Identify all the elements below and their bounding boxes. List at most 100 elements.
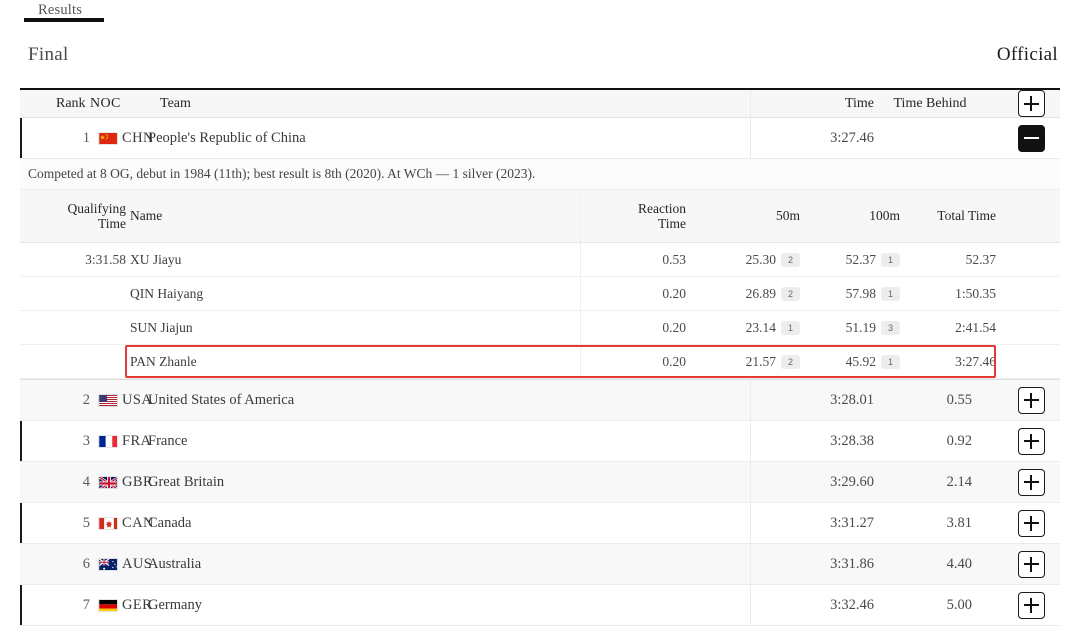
expand-row-button[interactable] bbox=[1017, 591, 1045, 619]
athlete-qualifying-time bbox=[50, 345, 126, 378]
row-team: Great Britain bbox=[148, 473, 225, 490]
athlete-split-100m: 52.37 1 bbox=[810, 243, 900, 276]
plus-icon bbox=[1023, 556, 1039, 572]
ca-flag-icon bbox=[98, 503, 120, 543]
minus-icon bbox=[1023, 131, 1039, 146]
section-header: Final Official bbox=[0, 44, 1080, 84]
row-rank: 1 bbox=[82, 129, 90, 146]
detail-column-header-50m: 50m bbox=[775, 208, 800, 223]
athlete-split-100m: 57.98 1 bbox=[810, 277, 900, 310]
cn-flag-icon bbox=[98, 118, 120, 158]
row-action-cell bbox=[1008, 503, 1054, 543]
row-time-behind: 0.55 bbox=[946, 391, 972, 408]
plus-icon bbox=[1023, 597, 1039, 613]
athlete-reaction-time: 0.20 bbox=[662, 319, 686, 335]
athlete-row[interactable]: QIN Haiyang 0.20 26.89 2 57.98 1 1:50.35 bbox=[20, 277, 1060, 311]
expand-row-button[interactable] bbox=[1017, 550, 1045, 578]
row-time-behind: 0.92 bbox=[946, 432, 972, 449]
plus-icon bbox=[1023, 433, 1039, 449]
athlete-name: XU Jiayu bbox=[130, 251, 182, 267]
athlete-row[interactable]: PAN Zhanle 0.20 21.57 2 45.92 1 3:27.46 bbox=[20, 345, 1060, 379]
column-header-time-behind: Time Behind bbox=[893, 95, 967, 111]
detail-column-divider bbox=[580, 345, 581, 378]
row-team: Germany bbox=[148, 596, 202, 613]
table-row[interactable]: 1 CHN People's Republic of China 3:27.46 bbox=[20, 118, 1060, 159]
athlete-reaction-time: 0.53 bbox=[662, 251, 686, 267]
split-50m-rank-badge: 2 bbox=[781, 286, 800, 301]
athlete-split-100m: 45.92 1 bbox=[810, 345, 900, 378]
detail-column-divider bbox=[580, 243, 581, 276]
table-row[interactable]: 7 GER Germany 3:32.46 5.00 bbox=[20, 585, 1060, 626]
athlete-total-time: 2:41.54 bbox=[955, 319, 996, 335]
row-time: 3:28.01 bbox=[830, 391, 874, 408]
athlete-split-50m: 26.89 2 bbox=[710, 277, 800, 310]
expand-row-button[interactable] bbox=[1017, 509, 1045, 537]
athlete-split-100m: 51.19 3 bbox=[810, 311, 900, 344]
row-time: 3:28.38 bbox=[830, 432, 874, 449]
detail-column-header-name: Name bbox=[130, 208, 163, 223]
column-divider bbox=[750, 462, 751, 502]
athlete-qualifying-time bbox=[50, 277, 126, 310]
page-title: Final bbox=[28, 44, 69, 65]
row-team: United States of America bbox=[148, 391, 295, 408]
table-row[interactable]: 6 AUS Australia 3:31.86 4.40 bbox=[20, 544, 1060, 585]
expand-row-button[interactable] bbox=[1017, 386, 1045, 414]
split-50m-rank-badge: 1 bbox=[781, 320, 800, 335]
athlete-name: PAN Zhanle bbox=[130, 353, 197, 369]
athlete-row[interactable]: 3:31.58 XU Jiayu 0.53 25.30 2 52.37 1 52… bbox=[20, 243, 1060, 277]
column-header-team: Team bbox=[160, 95, 191, 111]
athlete-reaction-time: 0.20 bbox=[662, 285, 686, 301]
row-rank: 3 bbox=[82, 432, 90, 449]
table-row[interactable]: 2 USA United States of America 3:28.01 0… bbox=[20, 380, 1060, 421]
row-time: 3:27.46 bbox=[830, 129, 874, 146]
team-history-note: Competed at 8 OG, debut in 1984 (11th); … bbox=[20, 159, 1060, 190]
au-flag-icon bbox=[98, 544, 120, 584]
status-badge: Official bbox=[996, 44, 1058, 65]
row-time-behind bbox=[882, 118, 972, 158]
expand-row-button[interactable] bbox=[1017, 427, 1045, 455]
row-action-cell bbox=[1008, 585, 1054, 625]
row-rank: 6 bbox=[82, 555, 90, 572]
split-100m-rank-badge: 1 bbox=[881, 286, 900, 301]
athlete-split-50m: 21.57 2 bbox=[710, 345, 800, 378]
detail-column-divider bbox=[580, 277, 581, 310]
split-100m-rank-badge: 1 bbox=[881, 252, 900, 267]
athlete-name: QIN Haiyang bbox=[130, 285, 204, 301]
plus-icon bbox=[1023, 96, 1039, 111]
column-divider bbox=[750, 90, 751, 117]
row-time-behind: 4.40 bbox=[946, 555, 972, 572]
athlete-row[interactable]: SUN Jiajun 0.20 23.14 1 51.19 3 2:41.54 bbox=[20, 311, 1060, 345]
de-flag-icon bbox=[98, 585, 120, 625]
row-action-cell bbox=[1008, 380, 1054, 420]
row-team: People's Republic of China bbox=[148, 129, 306, 146]
column-divider bbox=[750, 421, 751, 461]
column-divider bbox=[750, 585, 751, 625]
row-action-cell bbox=[1008, 544, 1054, 584]
athlete-total-time: 52.37 bbox=[965, 251, 996, 267]
expand-all-button[interactable] bbox=[1017, 90, 1045, 117]
row-action-cell bbox=[1008, 462, 1054, 502]
column-divider bbox=[750, 503, 751, 543]
column-header-noc: NOC bbox=[90, 95, 121, 111]
plus-icon bbox=[1023, 515, 1039, 531]
collapse-row-button[interactable] bbox=[1017, 124, 1045, 152]
table-row[interactable]: 4 GBR Great Britain 3:29.60 2.14 bbox=[20, 462, 1060, 503]
table-header-row: Rank NOC Team Time Time Behind bbox=[20, 90, 1060, 118]
athlete-split-50m: 25.30 2 bbox=[710, 243, 800, 276]
table-row[interactable]: 5 CAN Canada 3:31.27 3.81 bbox=[20, 503, 1060, 544]
tab-bar: Results bbox=[0, 0, 1080, 26]
split-50m-rank-badge: 2 bbox=[781, 252, 800, 267]
expand-row-button[interactable] bbox=[1017, 468, 1045, 496]
athlete-name: SUN Jiajun bbox=[130, 319, 193, 335]
results-table: Rank NOC Team Time Time Behind 1 CHN Peo… bbox=[20, 88, 1060, 626]
detail-column-divider bbox=[580, 311, 581, 344]
plus-icon bbox=[1023, 392, 1039, 408]
row-time-behind: 5.00 bbox=[946, 596, 972, 613]
row-rank: 7 bbox=[82, 596, 90, 613]
team-detail-panel: Competed at 8 OG, debut in 1984 (11th); … bbox=[20, 159, 1060, 380]
row-rank: 2 bbox=[82, 391, 90, 408]
table-row[interactable]: 3 FRA France 3:28.38 0.92 bbox=[20, 421, 1060, 462]
row-time: 3:29.60 bbox=[830, 473, 874, 490]
row-team: Australia bbox=[148, 555, 202, 572]
column-divider bbox=[750, 380, 751, 420]
